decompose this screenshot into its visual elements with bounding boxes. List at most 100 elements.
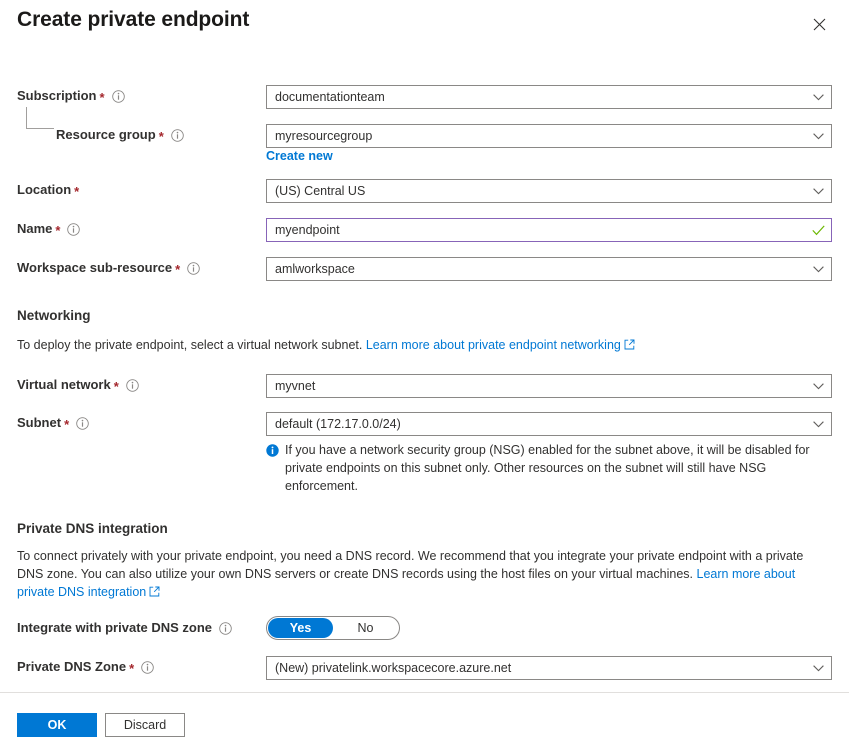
subscription-dropdown[interactable]: documentationteam: [266, 85, 832, 109]
create-new-resource-group-link[interactable]: Create new: [266, 149, 333, 163]
name-value: myendpoint: [275, 219, 805, 241]
chevron-glyph: [813, 665, 824, 672]
info-glyph: [187, 262, 200, 275]
footer-actions: OK Discard: [17, 713, 185, 737]
chevron-down-icon: [805, 258, 831, 280]
chevron-glyph: [813, 383, 824, 390]
dns-description: To connect privately with your private e…: [17, 547, 832, 601]
private-dns-zone-value: (New) privatelink.workspacecore.azure.ne…: [275, 657, 805, 679]
resource-group-dropdown[interactable]: myresourcegroup: [266, 124, 832, 148]
toggle-option-yes[interactable]: Yes: [268, 618, 333, 638]
info-icon[interactable]: [112, 90, 125, 103]
info-glyph: [67, 223, 80, 236]
virtual-network-dropdown[interactable]: myvnet: [266, 374, 832, 398]
required-asterisk: *: [74, 185, 79, 198]
required-asterisk: *: [64, 418, 69, 431]
info-glyph: [112, 90, 125, 103]
chevron-glyph: [813, 94, 824, 101]
field-row-workspace-sub-resource: Workspace sub-resource* amlworkspace: [0, 257, 849, 279]
workspace-sub-resource-combo[interactable]: amlworkspace: [266, 257, 832, 281]
resource-group-label: Resource group*: [56, 124, 184, 146]
integrate-dns-label: Integrate with private DNS zone: [17, 617, 232, 639]
private-dns-zone-label: Private DNS Zone*: [17, 656, 154, 678]
subscription-value: documentationteam: [275, 86, 805, 108]
subnet-value: default (172.17.0.0/24): [275, 413, 805, 435]
field-row-private-dns-zone: Private DNS Zone* (New) privatelink.work…: [0, 656, 849, 678]
info-icon[interactable]: [187, 262, 200, 275]
location-label-text: Location: [17, 179, 71, 201]
info-filled-glyph: [266, 444, 279, 457]
info-icon[interactable]: [67, 223, 80, 236]
chevron-down-icon: [805, 375, 831, 397]
location-dropdown[interactable]: (US) Central US: [266, 179, 832, 203]
field-row-virtual-network: Virtual network* myvnet: [0, 374, 849, 396]
subnet-dropdown[interactable]: default (172.17.0.0/24): [266, 412, 832, 436]
networking-learn-more-text: Learn more about private endpoint networ…: [366, 338, 621, 352]
panel-header: Create private endpoint: [0, 0, 849, 52]
info-icon[interactable]: [141, 661, 154, 674]
subscription-label: Subscription*: [17, 85, 125, 107]
page-title: Create private endpoint: [17, 8, 249, 32]
chevron-down-icon: [805, 86, 831, 108]
integrate-dns-label-text: Integrate with private DNS zone: [17, 617, 212, 639]
info-icon[interactable]: [126, 379, 139, 392]
chevron-glyph: [813, 266, 824, 273]
virtual-network-value: myvnet: [275, 375, 805, 397]
discard-button[interactable]: Discard: [105, 713, 185, 737]
dns-section-heading: Private DNS integration: [17, 521, 168, 536]
external-link-glyph: [149, 586, 160, 597]
close-glyph: [813, 18, 826, 31]
location-value: (US) Central US: [275, 180, 805, 202]
nsg-info-callout: If you have a network security group (NS…: [266, 441, 834, 495]
subscription-label-text: Subscription: [17, 85, 96, 107]
info-glyph: [76, 417, 89, 430]
toggle-option-no[interactable]: No: [333, 618, 398, 638]
name-input[interactable]: myendpoint: [266, 218, 832, 242]
info-icon[interactable]: [219, 622, 232, 635]
field-row-name: Name* myendpoint: [0, 218, 849, 240]
virtual-network-combo[interactable]: myvnet: [266, 374, 832, 398]
footer-divider: [0, 692, 849, 693]
field-row-resource-group: Resource group* myresourcegroup: [0, 124, 849, 146]
private-dns-zone-combo[interactable]: (New) privatelink.workspacecore.azure.ne…: [266, 656, 832, 680]
networking-learn-more-link[interactable]: Learn more about private endpoint networ…: [366, 338, 635, 352]
virtual-network-label: Virtual network*: [17, 374, 139, 396]
required-asterisk: *: [55, 224, 60, 237]
virtual-network-label-text: Virtual network: [17, 374, 111, 396]
info-glyph: [219, 622, 232, 635]
resource-group-label-text: Resource group: [56, 124, 156, 146]
field-row-subscription: Subscription* documentationteam: [0, 85, 849, 107]
private-dns-zone-dropdown[interactable]: (New) privatelink.workspacecore.azure.ne…: [266, 656, 832, 680]
networking-section-heading: Networking: [17, 308, 91, 323]
info-glyph: [126, 379, 139, 392]
required-asterisk: *: [159, 130, 164, 143]
info-icon[interactable]: [171, 129, 184, 142]
subscription-combo[interactable]: documentationteam: [266, 85, 832, 109]
networking-description: To deploy the private endpoint, select a…: [17, 336, 832, 354]
workspace-sub-resource-dropdown[interactable]: amlworkspace: [266, 257, 832, 281]
nsg-notice-text: If you have a network security group (NS…: [285, 441, 834, 495]
info-glyph: [171, 129, 184, 142]
chevron-down-icon: [805, 125, 831, 147]
close-icon[interactable]: [807, 12, 831, 36]
resource-group-combo[interactable]: myresourcegroup: [266, 124, 832, 148]
external-link-glyph: [624, 339, 635, 350]
workspace-sub-resource-label-text: Workspace sub-resource: [17, 257, 172, 279]
chevron-down-icon: [805, 180, 831, 202]
location-combo[interactable]: (US) Central US: [266, 179, 832, 203]
chevron-glyph: [813, 188, 824, 195]
info-icon[interactable]: [76, 417, 89, 430]
ok-button[interactable]: OK: [17, 713, 97, 737]
networking-description-text: To deploy the private endpoint, select a…: [17, 338, 362, 352]
dns-description-text: To connect privately with your private e…: [17, 549, 803, 581]
required-asterisk: *: [175, 263, 180, 276]
info-filled-icon: [266, 444, 279, 457]
subnet-combo[interactable]: default (172.17.0.0/24): [266, 412, 832, 436]
chevron-glyph: [813, 133, 824, 140]
workspace-sub-resource-value: amlworkspace: [275, 258, 805, 280]
name-label: Name*: [17, 218, 80, 240]
location-label: Location*: [17, 179, 79, 201]
external-link-icon: [624, 339, 635, 350]
integrate-dns-toggle[interactable]: Yes No: [266, 616, 400, 640]
resource-group-value: myresourcegroup: [275, 125, 805, 147]
